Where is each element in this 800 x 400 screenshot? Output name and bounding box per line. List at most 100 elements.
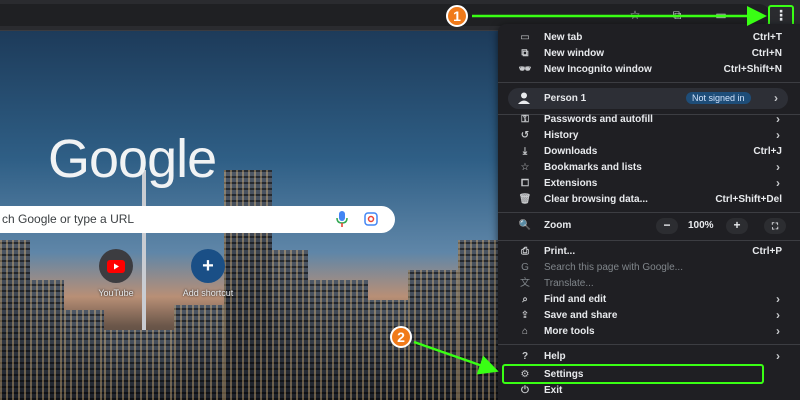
profile-name: Person 1	[544, 93, 587, 104]
menu-item-history[interactable]: ↺ History ›	[498, 128, 800, 144]
menu-item-label: Passwords and autofill	[544, 114, 653, 125]
new-window-icon: ⧉	[521, 48, 529, 59]
skyline-building	[458, 240, 498, 400]
puzzle-icon: ⧠	[521, 178, 529, 189]
menu-item-find-and-edit[interactable]: ⌕ Find and edit ›	[498, 292, 800, 308]
menu-item-passwords[interactable]: ⚿ Passwords and autofill ›	[498, 112, 800, 128]
chevron-right-icon: ›	[776, 128, 780, 142]
menu-item-label: New Incognito window	[544, 64, 652, 75]
trash-icon: 🗑	[518, 194, 532, 205]
help-icon: ?	[521, 351, 529, 362]
shortcut-add[interactable]: + Add shortcut	[168, 249, 248, 298]
menu-item-shortcut: Ctrl+Shift+Del	[715, 194, 782, 205]
skyline-building	[308, 280, 368, 400]
menu-item-save-and-share[interactable]: ⇪ Save and share ›	[498, 308, 800, 324]
menu-item-label: Clear browsing data...	[544, 194, 648, 205]
menu-item-label: Extensions	[544, 178, 598, 189]
skyline-building	[272, 250, 308, 400]
menu-item-label: Downloads	[544, 146, 598, 157]
menu-separator	[498, 212, 800, 213]
skyline-building	[368, 300, 408, 400]
menu-separator	[498, 240, 800, 241]
skyline-building	[0, 240, 30, 400]
chevron-right-icon: ›	[776, 292, 780, 306]
plus-icon: +	[191, 249, 225, 283]
menu-item-more-tools[interactable]: ⌂ More tools ›	[498, 324, 800, 340]
zoom-out-button[interactable]: −	[656, 218, 678, 234]
chevron-right-icon: ›	[776, 112, 780, 126]
key-icon: ⚿	[521, 114, 529, 125]
step-2-callout: 2	[390, 326, 412, 348]
menu-separator	[498, 82, 800, 83]
toolbox-icon: ⌂	[521, 326, 529, 337]
zoom-in-button[interactable]: +	[726, 218, 748, 234]
shortcut-label: Add shortcut	[182, 288, 234, 298]
menu-item-shortcut: Ctrl+Shift+N	[723, 64, 782, 75]
menu-item-shortcut: Ctrl+J	[753, 146, 782, 157]
chevron-right-icon: ›	[776, 308, 780, 322]
zoom-level: 100%	[688, 220, 714, 231]
menu-item-label: History	[544, 130, 579, 141]
menu-item-print[interactable]: ⎙ Print... Ctrl+P	[498, 244, 800, 260]
menu-item-zoom: 🔍 Zoom − 100% + ⛶	[498, 218, 800, 234]
settings-highlight-box	[502, 364, 764, 384]
history-icon: ↺	[520, 130, 530, 141]
ntp-search-box[interactable]: ch Google or type a URL	[0, 206, 395, 233]
menu-item-label: New tab	[544, 32, 583, 43]
menu-item-exit[interactable]: ⏻ Exit	[498, 383, 800, 399]
zoom-label-wrap: 🔍 Zoom	[498, 218, 800, 234]
translate-icon: 文	[520, 278, 530, 289]
new-tab-icon: ▭	[520, 32, 530, 43]
address-bar[interactable]	[0, 4, 770, 26]
chevron-right-icon: ›	[774, 91, 778, 105]
menu-item-label: New window	[544, 48, 604, 59]
side-panel-icon[interactable]: ▭	[714, 8, 728, 22]
zoom-icon: 🔍	[518, 220, 532, 231]
shortcut-youtube[interactable]: YouTube	[76, 249, 156, 298]
incognito-icon: 🕶	[518, 64, 532, 75]
chevron-right-icon: ›	[776, 176, 780, 190]
bookmark-star-icon[interactable]: ☆	[628, 8, 642, 22]
menu-item-new-incognito[interactable]: 🕶 New Incognito window Ctrl+Shift+N	[498, 62, 800, 78]
menu-item-clear-browsing-data[interactable]: 🗑 Clear browsing data... Ctrl+Shift+Del	[498, 192, 800, 208]
menu-item-label: Save and share	[544, 310, 618, 321]
menu-item-search-page[interactable]: G Search this page with Google...	[498, 260, 800, 276]
skyline-building	[174, 305, 224, 400]
menu-item-label: Zoom	[544, 220, 572, 231]
fullscreen-icon[interactable]: ⛶	[764, 218, 786, 234]
chevron-right-icon: ›	[776, 160, 780, 174]
menu-item-new-tab[interactable]: ▭ New tab Ctrl+T	[498, 30, 800, 46]
youtube-icon	[107, 259, 125, 273]
menu-item-label: Help	[544, 351, 566, 362]
chevron-right-icon: ›	[776, 324, 780, 338]
google-lens-icon[interactable]	[364, 212, 378, 226]
menu-item-new-window[interactable]: ⧉ New window Ctrl+N	[498, 46, 800, 62]
menu-item-label: Find and edit	[544, 294, 607, 305]
menu-item-shortcut: Ctrl+P	[752, 246, 782, 257]
menu-item-translate[interactable]: 文 Translate...	[498, 276, 800, 292]
menu-item-downloads[interactable]: ⤓ Downloads Ctrl+J	[498, 144, 800, 160]
extensions-icon[interactable]: ⧉	[670, 8, 684, 22]
chrome-main-menu: ▭ New tab Ctrl+T ⧉ New window Ctrl+N 🕶 N…	[498, 24, 800, 400]
menu-item-label: Bookmarks and lists	[544, 162, 642, 173]
skyline-building	[104, 330, 174, 400]
profile-avatar-icon[interactable]: ●	[744, 8, 758, 22]
menu-item-label: Search this page with Google...	[544, 262, 683, 273]
find-icon: ⌕	[522, 294, 528, 305]
exit-icon: ⏻	[521, 385, 529, 396]
menu-separator	[498, 344, 800, 345]
step-1-callout: 1	[446, 5, 468, 27]
menu-item-shortcut: Ctrl+T	[752, 32, 782, 43]
menu-item-extensions[interactable]: ⧠ Extensions ›	[498, 176, 800, 192]
print-icon: ⎙	[521, 246, 529, 257]
star-icon: ☆	[520, 162, 530, 173]
google-logo: Google	[48, 129, 217, 189]
sign-in-status-badge: Not signed in	[686, 92, 751, 104]
menu-profile-row[interactable]: Person 1 Not signed in ›	[508, 88, 788, 109]
menu-item-label: More tools	[544, 326, 595, 337]
menu-item-label: Print...	[544, 246, 576, 257]
menu-item-help[interactable]: ? Help ›	[498, 349, 800, 365]
microphone-icon[interactable]	[336, 211, 348, 227]
chevron-right-icon: ›	[776, 349, 780, 363]
menu-item-bookmarks[interactable]: ☆ Bookmarks and lists ›	[498, 160, 800, 176]
